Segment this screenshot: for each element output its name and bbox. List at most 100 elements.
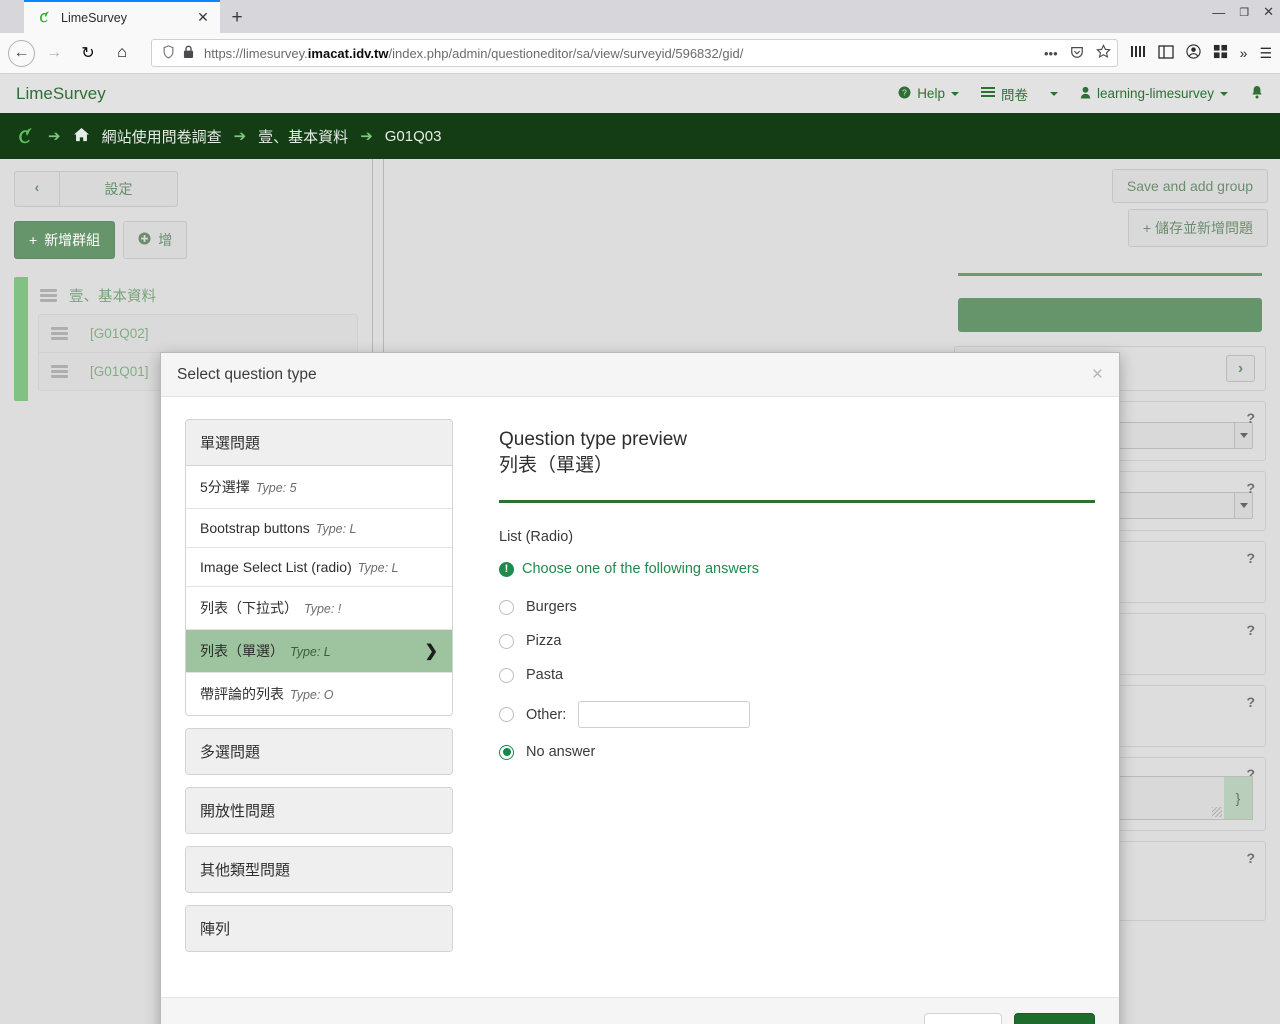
overflow-menu-icon[interactable]: » [1240, 45, 1248, 61]
extensions-icon[interactable] [1213, 44, 1228, 62]
preview-question-text: List (Radio) [499, 529, 574, 546]
accordion-group-arrays[interactable]: 陣列 [185, 905, 453, 952]
accordion-header[interactable]: 其他類型問題 [186, 847, 452, 892]
preview-divider [499, 500, 1095, 504]
app-topnav: ? Help 問卷 learning-limesurvey [898, 84, 1264, 104]
select-question-type-modal: Select question type × 單選問題 5分選擇 Type: 5 … [160, 352, 1120, 1024]
question-type-item-list-radio[interactable]: 列表（單選） Type: L ❯ [186, 630, 452, 673]
tab-close-icon[interactable]: ✕ [194, 9, 212, 27]
topnav-surveys[interactable]: 問卷 [980, 84, 1028, 104]
preview-hint-label: Choose one of the following answers [522, 561, 759, 578]
back-button-icon[interactable]: ← [8, 39, 35, 67]
question-type-preview: Question type preview 列表（單選） List (Radio… [453, 419, 1095, 987]
topnav-surveys-label: 問卷 [1000, 87, 1028, 103]
breadcrumb-survey-title[interactable]: 網站使用問卷調查 [102, 126, 222, 147]
answer-label: Pizza [526, 633, 562, 650]
topnav-user[interactable]: learning-limesurvey [1080, 86, 1228, 102]
accordion-header[interactable]: 陣列 [186, 906, 452, 951]
preview-heading-line1: Question type preview [499, 429, 687, 450]
browser-chrome: LimeSurvey ✕ + — ❐ ✕ ← → ↻ ⌂ https://lim… [0, 0, 1280, 74]
modal-body: 單選問題 5分選擇 Type: 5 Bootstrap buttons Type: … [161, 397, 1119, 997]
accordion-group-multiple-choice[interactable]: 多選問題 [185, 728, 453, 775]
breadcrumb-group-title[interactable]: 壹、基本資料 [258, 126, 348, 147]
window-maximize-icon[interactable]: ❐ [1239, 6, 1249, 19]
browser-tabstrip: LimeSurvey ✕ + — ❐ ✕ [0, 0, 1280, 33]
url-bar[interactable]: https://limesurvey.imacat.idv.tw/index.p… [151, 39, 1118, 67]
radio-icon-checked[interactable] [499, 744, 514, 760]
answer-label: Pasta [526, 667, 564, 684]
preview-answer-option[interactable]: Pasta [499, 667, 1095, 683]
reload-button-icon[interactable]: ↻ [73, 38, 103, 68]
account-icon[interactable] [1186, 44, 1201, 62]
question-type-item-list-with-comment[interactable]: 帶評論的列表 Type: O [186, 673, 452, 715]
chevron-down-icon [950, 91, 959, 96]
accordion-header[interactable]: 多選問題 [186, 729, 452, 774]
accordion-header[interactable]: 開放性問題 [186, 788, 452, 833]
page-actions-icon[interactable]: ••• [1044, 46, 1058, 61]
limesurvey-logo-icon[interactable] [14, 125, 36, 147]
breadcrumb-separator-2: ➔ [360, 128, 373, 145]
preview-answer-option[interactable]: Pizza [499, 633, 1095, 649]
user-icon [1080, 86, 1091, 102]
accordion-group-other-types[interactable]: 其他類型問題 [185, 846, 453, 893]
chevron-right-icon: ❯ [424, 643, 438, 660]
new-tab-button[interactable]: + [220, 3, 254, 33]
browser-tab[interactable]: LimeSurvey ✕ [24, 0, 220, 33]
app-topbar: LimeSurvey ? Help 問卷 learning-limesurvey [0, 74, 1280, 113]
tabstrip-left-spacer [0, 0, 24, 33]
question-type-item-bootstrap-buttons[interactable]: Bootstrap buttons Type: L [186, 509, 452, 548]
type-code: Type: L [315, 522, 357, 536]
shield-icon[interactable] [158, 44, 178, 62]
type-code: Type: L [357, 561, 399, 575]
type-code: Type: O [290, 688, 334, 702]
bell-icon[interactable] [1250, 85, 1264, 103]
limesurvey-favicon-icon [36, 10, 52, 26]
pocket-icon[interactable] [1070, 45, 1084, 62]
breadcrumb-separator-0: ➔ [48, 128, 61, 145]
modal-header: Select question type × [161, 353, 1119, 397]
preview-answer-option-no-answer[interactable]: No answer [499, 744, 1095, 760]
radio-icon[interactable] [499, 667, 514, 683]
answer-label: No answer [526, 744, 596, 761]
radio-icon[interactable] [499, 599, 514, 615]
other-text-input[interactable] [578, 701, 751, 729]
preview-answer-list: Burgers Pizza Pasta Other: No answer [499, 599, 1095, 760]
surveys-chevron-down-icon[interactable] [1049, 91, 1058, 96]
browser-navbar: ← → ↻ ⌂ https://limesurvey.imacat.idv.tw… [0, 33, 1280, 74]
answer-label: Other: [526, 706, 567, 723]
question-type-item-5point[interactable]: 5分選擇 Type: 5 [186, 466, 452, 509]
modal-footer: Close Select [161, 997, 1119, 1024]
url-bar-actions: ••• [1036, 44, 1111, 62]
library-icon[interactable] [1130, 44, 1146, 62]
topnav-help[interactable]: ? Help [898, 86, 959, 102]
app-brand[interactable]: LimeSurvey [16, 84, 106, 104]
close-icon[interactable]: × [1092, 365, 1103, 384]
accordion-header[interactable]: 單選問題 [186, 420, 452, 466]
star-icon[interactable] [1095, 44, 1111, 62]
app-menu-icon[interactable]: ☰ [1259, 45, 1272, 62]
preview-hint: ! Choose one of the following answers [499, 561, 1095, 577]
accordion-group-open-ended[interactable]: 開放性問題 [185, 787, 453, 834]
preview-answer-option[interactable]: Burgers [499, 599, 1095, 615]
radio-icon[interactable] [499, 707, 514, 723]
type-code: Type: L [290, 645, 331, 659]
window-minimize-icon[interactable]: — [1212, 5, 1225, 20]
home-button-icon[interactable]: ⌂ [107, 38, 137, 68]
sidebar-icon[interactable] [1157, 44, 1174, 62]
home-icon[interactable] [73, 127, 90, 146]
breadcrumb: ➔ 網站使用問卷調查 ➔ 壹、基本資料 ➔ G01Q03 [0, 113, 1280, 159]
question-type-item-list-dropdown[interactable]: 列表（下拉式） Type: ! [186, 587, 452, 630]
select-button[interactable]: Select [1014, 1012, 1095, 1024]
preview-heading-line2: 列表（單選） [499, 454, 614, 476]
close-button[interactable]: Close [924, 1012, 1003, 1024]
radio-icon[interactable] [499, 633, 514, 649]
help-circle-icon: ? [898, 86, 911, 102]
question-type-item-image-select-list[interactable]: Image Select List (radio) Type: L [186, 548, 452, 587]
modal-title: Select question type [177, 365, 317, 383]
lock-icon[interactable] [178, 45, 198, 62]
limesurvey-app: LimeSurvey ? Help 問卷 learning-limesurvey… [0, 74, 1280, 1024]
preview-answer-option-other[interactable]: Other: [499, 701, 1095, 729]
app-body: ‹ 設定 + 新增群組 增 壹、基本資料 [G01Q02] [G01Q01] S… [0, 159, 1280, 1024]
window-close-icon[interactable]: ✕ [1263, 4, 1274, 20]
question-type-accordion: 單選問題 5分選擇 Type: 5 Bootstrap buttons Type: … [185, 419, 453, 987]
